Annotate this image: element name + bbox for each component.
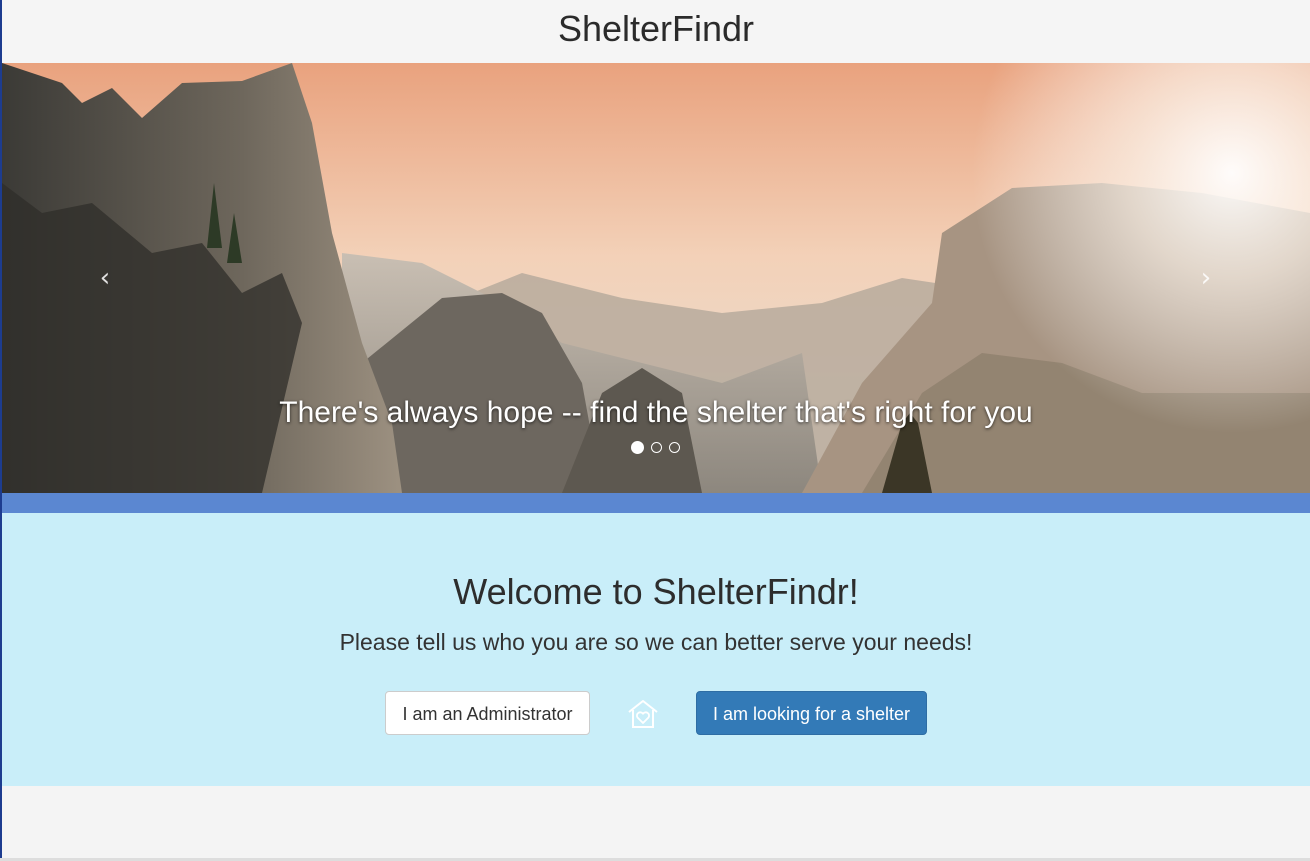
welcome-heading: Welcome to ShelterFindr! (453, 571, 859, 612)
shelter-seeker-button[interactable]: I am looking for a shelter (696, 691, 927, 735)
site-title: ShelterFindr (557, 8, 755, 49)
welcome-subheading: Please tell us who you are so we can bet… (339, 629, 973, 655)
carousel-indicator-1[interactable] (631, 441, 644, 454)
page-footer-area (2, 786, 1310, 858)
carousel-caption: There's always hope -- find the shelter … (279, 396, 1033, 429)
chevron-right-icon: › (1200, 263, 1212, 293)
welcome-panel: Welcome to ShelterFindr! Please tell us … (2, 513, 1310, 786)
hero-carousel[interactable]: ‹ › There's always hope -- find the shel… (2, 63, 1310, 493)
chevron-left-icon: ‹ (99, 263, 111, 293)
carousel-indicators (631, 441, 687, 454)
carousel-next-button[interactable]: › (1191, 263, 1221, 293)
site-header: ShelterFindr (2, 0, 1310, 63)
administrator-button[interactable]: I am an Administrator (385, 691, 590, 735)
carousel-indicator-2[interactable] (651, 442, 662, 453)
house-heart-icon (628, 700, 658, 728)
accent-stripe (2, 493, 1310, 513)
carousel-prev-button[interactable]: ‹ (90, 263, 120, 293)
carousel-indicator-3[interactable] (669, 442, 680, 453)
